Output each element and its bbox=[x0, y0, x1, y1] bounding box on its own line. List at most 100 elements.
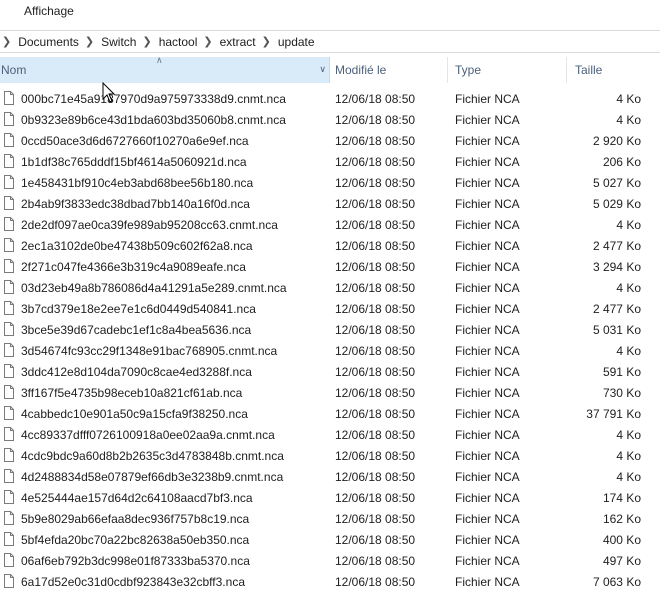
file-name: 1e458431bf910c4eb3abd68bee56b180.nca bbox=[21, 176, 254, 190]
file-row[interactable]: 2f271c047fe4366e3b319c4a9089eafe.nca 12/0… bbox=[0, 257, 660, 278]
breadcrumb-segment[interactable]: ❯ Switch bbox=[79, 35, 137, 49]
breadcrumb-extract[interactable]: extract bbox=[220, 35, 256, 49]
file-name: 2ec1a3102de0be47438b509c602f62a8.nca bbox=[21, 239, 253, 253]
file-modified: 12/06/18 08:50 bbox=[335, 176, 416, 190]
file-name: 2f271c047fe4366e3b319c4a9089eafe.nca bbox=[21, 260, 246, 274]
file-row[interactable]: 3ff167f5e4735b98eceb10a821cf61ab.nca 12/0… bbox=[0, 383, 660, 404]
file-row[interactable]: 1e458431bf910c4eb3abd68bee56b180.nca 12/0… bbox=[0, 173, 660, 194]
file-name: 5b9e8029ab66efaa8dec936f757b8c19.nca bbox=[21, 512, 250, 526]
breadcrumb-segment[interactable]: ❯ update bbox=[256, 35, 315, 49]
column-header-modified[interactable]: Modifié le bbox=[330, 57, 448, 83]
breadcrumb-update[interactable]: update bbox=[278, 35, 315, 49]
chevron-down-icon[interactable]: ∨ bbox=[319, 64, 326, 75]
file-type: Fichier NCA bbox=[455, 92, 520, 106]
file-row[interactable]: 4e525444ae157d64d2c64108aacd7bf3.nca 12/0… bbox=[0, 488, 660, 509]
file-name: 2de2df097ae0ca39fe989ab95208cc63.cnmt.nc… bbox=[21, 218, 278, 232]
file-row[interactable]: 3bce5e39d67cadebc1ef1c8a4bea5636.nca 12/0… bbox=[0, 320, 660, 341]
file-name: 3b7cd379e18e2ee7e1c6d0449d540841.nca bbox=[21, 302, 256, 316]
chevron-right-icon[interactable]: ❯ bbox=[2, 35, 11, 48]
file-modified: 12/06/18 08:50 bbox=[335, 260, 416, 274]
file-modified: 12/06/18 08:50 bbox=[335, 344, 416, 358]
file-modified: 12/06/18 08:50 bbox=[335, 575, 416, 589]
file-row[interactable]: 5b9e8029ab66efaa8dec936f757b8c19.nca 12/0… bbox=[0, 509, 660, 530]
file-modified: 12/06/18 08:50 bbox=[335, 554, 416, 568]
ribbon-tab-view[interactable]: Affichage bbox=[24, 4, 74, 18]
document-icon bbox=[4, 259, 14, 273]
mouse-cursor-icon bbox=[102, 82, 116, 103]
file-row[interactable]: 3d54674fc93cc29f1348e91bac768905.cnmt.nc… bbox=[0, 341, 660, 362]
file-row[interactable]: 4cc89337dfff0726100918a0ee02aa9a.cnmt.nc… bbox=[0, 425, 660, 446]
file-size: 2 920 Ko bbox=[592, 134, 641, 148]
chevron-right-icon[interactable]: ❯ bbox=[262, 35, 271, 48]
breadcrumb-segment[interactable]: ❯ hactool bbox=[136, 35, 197, 49]
document-icon bbox=[4, 427, 14, 441]
file-name: 03d23eb49a8b786086d4a41291a5e289.cnmt.nc… bbox=[21, 281, 287, 295]
chevron-right-icon[interactable]: ❯ bbox=[85, 35, 94, 48]
file-modified: 12/06/18 08:50 bbox=[335, 491, 416, 505]
file-modified: 12/06/18 08:50 bbox=[335, 113, 416, 127]
document-icon bbox=[4, 553, 14, 567]
file-modified: 12/06/18 08:50 bbox=[335, 512, 416, 526]
file-row[interactable]: 3b7cd379e18e2ee7e1c6d0449d540841.nca 12/0… bbox=[0, 299, 660, 320]
file-row[interactable]: 4cabbedc10e901a50c9a15cfa9f38250.nca 12/0… bbox=[0, 404, 660, 425]
document-icon bbox=[4, 448, 14, 462]
file-row[interactable]: 06af6eb792b3dc998e01f87333ba5370.nca 12/0… bbox=[0, 551, 660, 572]
file-name: 2b4ab9f3833edc38dbad7bb140a16f0d.nca bbox=[21, 197, 250, 211]
file-type: Fichier NCA bbox=[455, 533, 520, 547]
file-size: 3 294 Ko bbox=[592, 260, 641, 274]
file-size: 5 029 Ko bbox=[592, 197, 641, 211]
column-header-row: ∧ Nom ∨ Modifié le Type Taille bbox=[0, 55, 660, 83]
file-row[interactable]: 2de2df097ae0ca39fe989ab95208cc63.cnmt.nc… bbox=[0, 215, 660, 236]
document-icon bbox=[4, 364, 14, 378]
file-row[interactable]: 2ec1a3102de0be47438b509c602f62a8.nca 12/0… bbox=[0, 236, 660, 257]
column-header-name[interactable]: ∧ Nom ∨ bbox=[0, 55, 330, 83]
file-type: Fichier NCA bbox=[455, 575, 520, 589]
breadcrumb-segment[interactable]: ❯ Documents bbox=[0, 35, 79, 49]
file-type: Fichier NCA bbox=[455, 386, 520, 400]
file-modified: 12/06/18 08:50 bbox=[335, 428, 416, 442]
file-row[interactable]: 2b4ab9f3833edc38dbad7bb140a16f0d.nca 12/0… bbox=[0, 194, 660, 215]
file-row[interactable]: 0ccd50ace3d6d6727660f10270a6e9ef.nca 12/0… bbox=[0, 131, 660, 152]
file-size: 37 791 Ko bbox=[586, 407, 641, 421]
file-modified: 12/06/18 08:50 bbox=[335, 155, 416, 169]
file-row[interactable]: 03d23eb49a8b786086d4a41291a5e289.cnmt.nc… bbox=[0, 278, 660, 299]
file-modified: 12/06/18 08:50 bbox=[335, 218, 416, 232]
file-type: Fichier NCA bbox=[455, 176, 520, 190]
file-size: 400 Ko bbox=[602, 533, 641, 547]
breadcrumb-hactool[interactable]: hactool bbox=[159, 35, 198, 49]
breadcrumb-segment[interactable]: ❯ extract bbox=[197, 35, 255, 49]
document-icon bbox=[4, 238, 14, 252]
file-row[interactable]: 6a17d52e0c31d0cdbf923843e32cbff3.nca 12/0… bbox=[0, 572, 660, 593]
file-row[interactable]: 3ddc412e8d104da7090c8cae4ed3288f.nca 12/0… bbox=[0, 362, 660, 383]
column-header-type[interactable]: Type bbox=[449, 57, 567, 83]
file-size: 4 Ko bbox=[616, 449, 641, 463]
file-type: Fichier NCA bbox=[455, 218, 520, 232]
file-row[interactable]: 000bc71e45a9187970d9a975973338d9.cnmt.nc… bbox=[0, 89, 660, 110]
breadcrumb-switch[interactable]: Switch bbox=[101, 35, 136, 49]
file-name: 4e525444ae157d64d2c64108aacd7bf3.nca bbox=[21, 491, 253, 505]
breadcrumb-documents[interactable]: Documents bbox=[18, 35, 79, 49]
document-icon bbox=[4, 490, 14, 504]
document-icon bbox=[4, 469, 14, 483]
file-size: 4 Ko bbox=[616, 113, 641, 127]
file-name: 3ff167f5e4735b98eceb10a821cf61ab.nca bbox=[21, 386, 243, 400]
document-icon bbox=[4, 343, 14, 357]
file-row[interactable]: 0b9323e89b6ce43d1bda603bd35060b8.cnmt.nc… bbox=[0, 110, 660, 131]
file-row[interactable]: 4d2488834d58e07879ef66db3e3238b9.cnmt.nc… bbox=[0, 467, 660, 488]
file-row[interactable]: 5bf4efda20bc70a22bc82638a50eb350.nca 12/0… bbox=[0, 530, 660, 551]
document-icon bbox=[4, 154, 14, 168]
file-size: 4 Ko bbox=[616, 428, 641, 442]
document-icon bbox=[4, 385, 14, 399]
file-row[interactable]: 4cdc9bdc9a60d8b2b2635c3d4783848b.cnmt.nc… bbox=[0, 446, 660, 467]
column-header-size[interactable]: Taille bbox=[568, 57, 660, 83]
file-size: 2 477 Ko bbox=[592, 302, 641, 316]
file-name: 1b1df38c765dddf15bf4614a5060921d.nca bbox=[21, 155, 247, 169]
address-bar[interactable]: ❯ Documents ❯ Switch ❯ hactool ❯ extract… bbox=[0, 30, 660, 53]
file-type: Fichier NCA bbox=[455, 554, 520, 568]
chevron-right-icon[interactable]: ❯ bbox=[142, 35, 151, 48]
file-name: 3d54674fc93cc29f1348e91bac768905.cnmt.nc… bbox=[21, 344, 278, 358]
file-modified: 12/06/18 08:50 bbox=[335, 134, 416, 148]
file-row[interactable]: 1b1df38c765dddf15bf4614a5060921d.nca 12/0… bbox=[0, 152, 660, 173]
file-size: 4 Ko bbox=[616, 470, 641, 484]
chevron-right-icon[interactable]: ❯ bbox=[203, 35, 212, 48]
